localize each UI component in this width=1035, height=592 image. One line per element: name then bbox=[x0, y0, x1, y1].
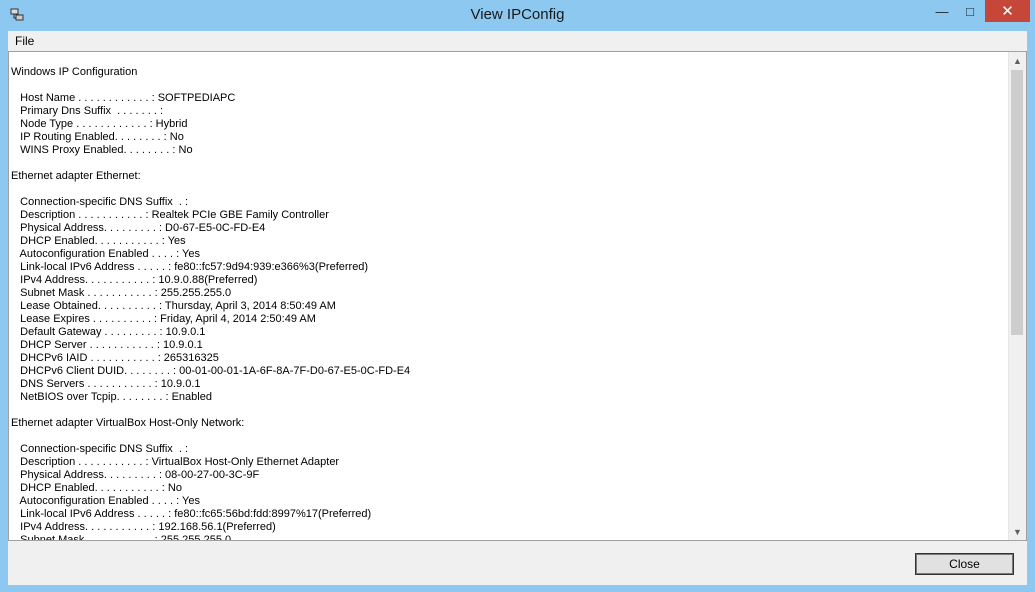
output-line: Ethernet adapter VirtualBox Host-Only Ne… bbox=[11, 417, 245, 429]
menu-bar: File bbox=[8, 31, 1027, 51]
output-line: Description . . . . . . . . . . . : Virt… bbox=[11, 456, 340, 468]
output-line: IPv4 Address. . . . . . . . . . . : 10.9… bbox=[11, 274, 258, 286]
output-line: Windows IP Configuration bbox=[11, 66, 138, 78]
output-line: Subnet Mask . . . . . . . . . . . : 255.… bbox=[11, 534, 232, 541]
title-bar[interactable]: View IPConfig — □ ✕ bbox=[0, 0, 1035, 31]
output-line: Subnet Mask . . . . . . . . . . . : 255.… bbox=[11, 287, 232, 299]
window-close-button[interactable]: ✕ bbox=[985, 0, 1030, 22]
scroll-down-icon[interactable]: ▼ bbox=[1009, 523, 1026, 540]
output-line: Connection-specific DNS Suffix . : bbox=[11, 196, 189, 208]
output-line: DHCP Enabled. . . . . . . . . . . : No bbox=[11, 482, 182, 494]
close-button[interactable]: Close bbox=[915, 553, 1014, 575]
ipconfig-output-text: Windows IP Configuration Host Name . . .… bbox=[11, 66, 411, 541]
output-line: Link-local IPv6 Address . . . . . : fe80… bbox=[11, 261, 369, 273]
output-line: Autoconfiguration Enabled . . . . : Yes bbox=[11, 248, 200, 260]
output-line: Lease Expires . . . . . . . . . . : Frid… bbox=[11, 313, 316, 325]
output-line: DHCPv6 IAID . . . . . . . . . . . : 2653… bbox=[11, 352, 219, 364]
output-line: Link-local IPv6 Address . . . . . : fe80… bbox=[11, 508, 372, 520]
output-line: Autoconfiguration Enabled . . . . : Yes bbox=[11, 495, 200, 507]
maximize-button[interactable]: □ bbox=[956, 0, 984, 22]
button-bar: Close bbox=[8, 541, 1027, 585]
output-line: NetBIOS over Tcpip. . . . . . . . : Enab… bbox=[11, 391, 212, 403]
window-title: View IPConfig bbox=[470, 6, 565, 23]
output-line: Default Gateway . . . . . . . . . : 10.9… bbox=[11, 326, 206, 338]
ipconfig-output-box[interactable]: Windows IP Configuration Host Name . . .… bbox=[8, 51, 1027, 541]
output-line: DHCPv6 Client DUID. . . . . . . . : 00-0… bbox=[11, 365, 411, 377]
output-line: Physical Address. . . . . . . . . : 08-0… bbox=[11, 469, 260, 481]
scroll-up-icon[interactable]: ▲ bbox=[1009, 52, 1026, 69]
scroll-thumb[interactable] bbox=[1011, 70, 1023, 335]
minimize-button[interactable]: — bbox=[928, 0, 956, 22]
output-line: IPv4 Address. . . . . . . . . . . : 192.… bbox=[11, 521, 276, 533]
output-line: DNS Servers . . . . . . . . . . . : 10.9… bbox=[11, 378, 201, 390]
menu-file[interactable]: File bbox=[15, 34, 34, 48]
output-line: IP Routing Enabled. . . . . . . . : No bbox=[11, 131, 184, 143]
output-line: Host Name . . . . . . . . . . . . : SOFT… bbox=[11, 92, 236, 104]
output-line: WINS Proxy Enabled. . . . . . . . : No bbox=[11, 144, 193, 156]
vertical-scrollbar[interactable]: ▲ ▼ bbox=[1008, 52, 1026, 540]
output-line: Primary Dns Suffix . . . . . . . : bbox=[11, 105, 163, 117]
output-line: Physical Address. . . . . . . . . : D0-6… bbox=[11, 222, 266, 234]
output-line: DHCP Enabled. . . . . . . . . . . : Yes bbox=[11, 235, 186, 247]
output-line: Description . . . . . . . . . . . : Real… bbox=[11, 209, 329, 221]
output-line: DHCP Server . . . . . . . . . . . : 10.9… bbox=[11, 339, 203, 351]
app-window: View IPConfig — □ ✕ File Windows IP Conf… bbox=[0, 0, 1035, 592]
output-line: Ethernet adapter Ethernet: bbox=[11, 170, 141, 182]
output-line: Node Type . . . . . . . . . . . . : Hybr… bbox=[11, 118, 188, 130]
output-line: Lease Obtained. . . . . . . . . . : Thur… bbox=[11, 300, 336, 312]
output-line: Connection-specific DNS Suffix . : bbox=[11, 443, 189, 455]
